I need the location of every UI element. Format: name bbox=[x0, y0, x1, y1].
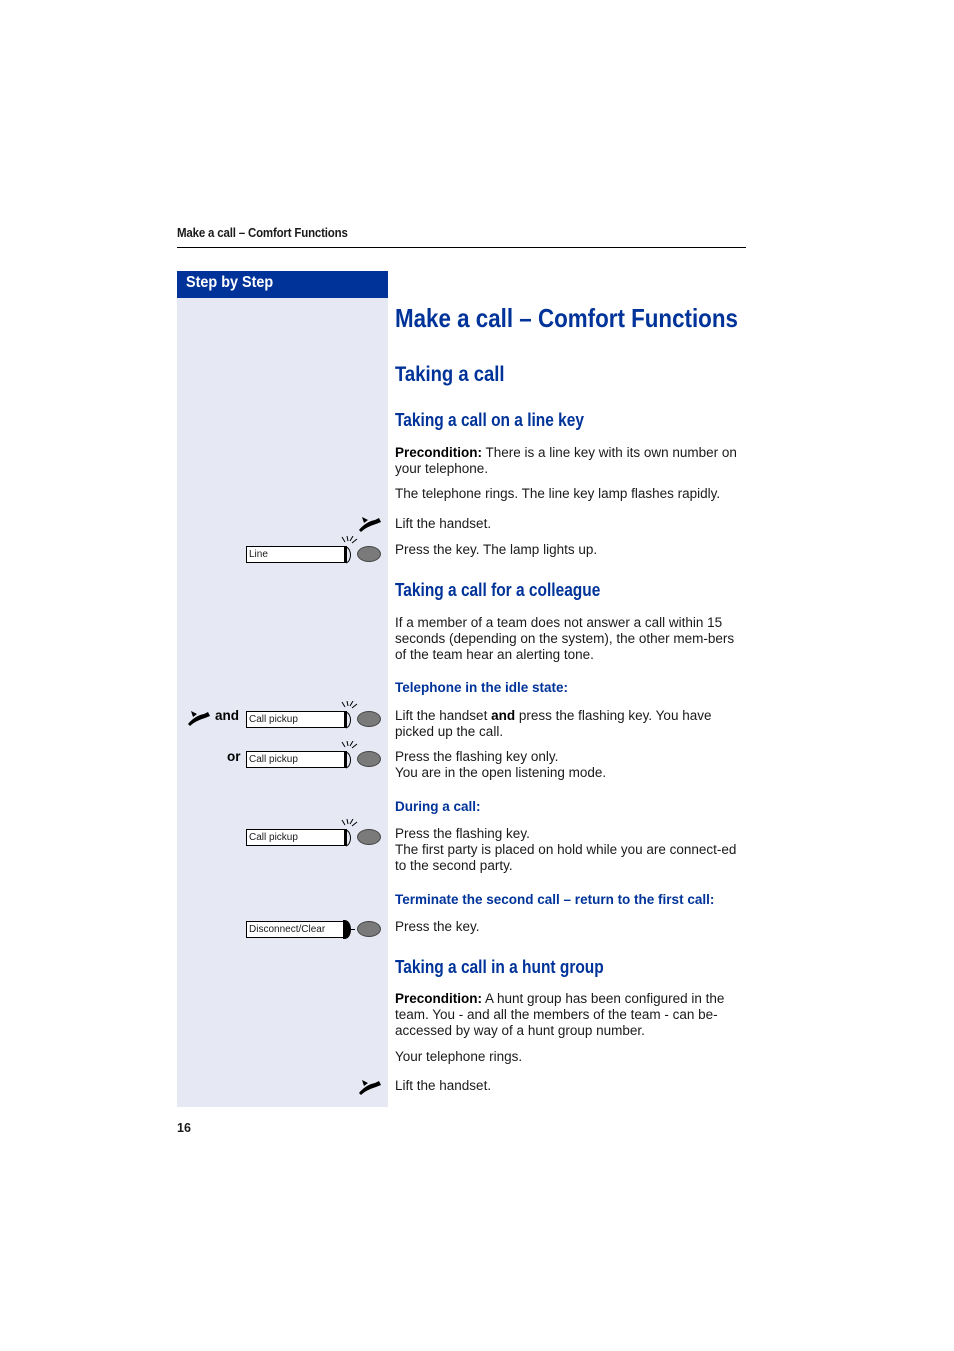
lift-handset-icon bbox=[359, 1080, 381, 1095]
step-by-step-header: Step by Step bbox=[177, 271, 388, 298]
page-title: Make a call – Comfort Functions bbox=[395, 303, 738, 333]
idle-step2-line2: You are in the open listening mode. bbox=[395, 765, 607, 780]
terminate-step: Press the key. bbox=[395, 919, 480, 934]
hunt-group-step: Lift the handset. bbox=[395, 1078, 492, 1093]
hunt-group-ring-text: Your telephone rings. bbox=[395, 1049, 523, 1064]
disconnect-clear-key[interactable]: Disconnect/Clear bbox=[246, 921, 347, 938]
call-pickup-key[interactable]: Call pickup bbox=[246, 711, 347, 728]
precondition-label: Precondition: bbox=[395, 991, 482, 1006]
lamp-icon bbox=[357, 751, 381, 767]
hunt-group-heading: Taking a call in a hunt group bbox=[395, 957, 604, 977]
lamp-icon bbox=[357, 921, 381, 937]
flashing-lamp-icon bbox=[341, 819, 358, 847]
call-pickup-key-label: Call pickup bbox=[246, 829, 347, 846]
line-key-ring-text: The telephone rings. The line key lamp f… bbox=[395, 486, 721, 501]
line-key-step1: Lift the handset. bbox=[395, 516, 492, 531]
page-number: 16 bbox=[177, 1121, 191, 1135]
colleague-heading: Taking a call for a colleague bbox=[395, 580, 601, 600]
running-header: Make a call – Comfort Functions bbox=[177, 226, 348, 240]
flashing-lamp-icon bbox=[341, 536, 358, 564]
terminate-heading: Terminate the second call – return to th… bbox=[395, 892, 715, 907]
or-label: or bbox=[227, 749, 241, 764]
idle-step1: Lift the handset and press the flashing … bbox=[395, 708, 747, 740]
idle-step1-bold: and bbox=[491, 708, 516, 723]
lamp-icon bbox=[357, 546, 381, 562]
colleague-intro: If a member of a team does not answer a … bbox=[395, 615, 735, 662]
during-call-heading: During a call: bbox=[395, 799, 481, 814]
and-label: and bbox=[215, 708, 240, 723]
call-pickup-key-label: Call pickup bbox=[246, 711, 347, 728]
step-by-step-title: Step by Step bbox=[186, 274, 274, 291]
line-key-precondition: Precondition: There is a line key with i… bbox=[395, 445, 747, 477]
during-call-line1: Press the flashing key. bbox=[395, 826, 530, 841]
call-pickup-key[interactable]: Call pickup bbox=[246, 829, 347, 846]
idle-state-heading: Telephone in the idle state: bbox=[395, 680, 569, 695]
lamp-icon bbox=[357, 711, 381, 727]
line-key[interactable]: Line bbox=[246, 546, 347, 563]
flashing-lamp-icon bbox=[341, 701, 358, 729]
header-divider bbox=[177, 247, 746, 248]
lift-handset-icon bbox=[188, 711, 210, 726]
lamp-icon bbox=[357, 829, 381, 845]
idle-step2-line1: Press the flashing key only. bbox=[395, 749, 559, 764]
section-heading: Taking a call bbox=[395, 363, 505, 386]
line-key-label: Line bbox=[246, 546, 347, 563]
precondition-label: Precondition: bbox=[395, 445, 482, 460]
disconnect-clear-key-label: Disconnect/Clear bbox=[246, 921, 347, 938]
lift-handset-icon bbox=[359, 517, 381, 532]
line-key-heading: Taking a call on a line key bbox=[395, 410, 584, 430]
call-pickup-key-label: Call pickup bbox=[246, 751, 347, 768]
key-lit-indicator-icon bbox=[343, 920, 355, 939]
flashing-lamp-icon bbox=[341, 741, 358, 769]
call-pickup-key[interactable]: Call pickup bbox=[246, 751, 347, 768]
line-key-step2: Press the key. The lamp lights up. bbox=[395, 542, 598, 557]
hunt-group-precondition: Precondition: A hunt group has been conf… bbox=[395, 991, 745, 1039]
during-call-line2: The first party is placed on hold while … bbox=[395, 842, 737, 873]
idle-step1-text: Lift the handset bbox=[395, 708, 492, 723]
